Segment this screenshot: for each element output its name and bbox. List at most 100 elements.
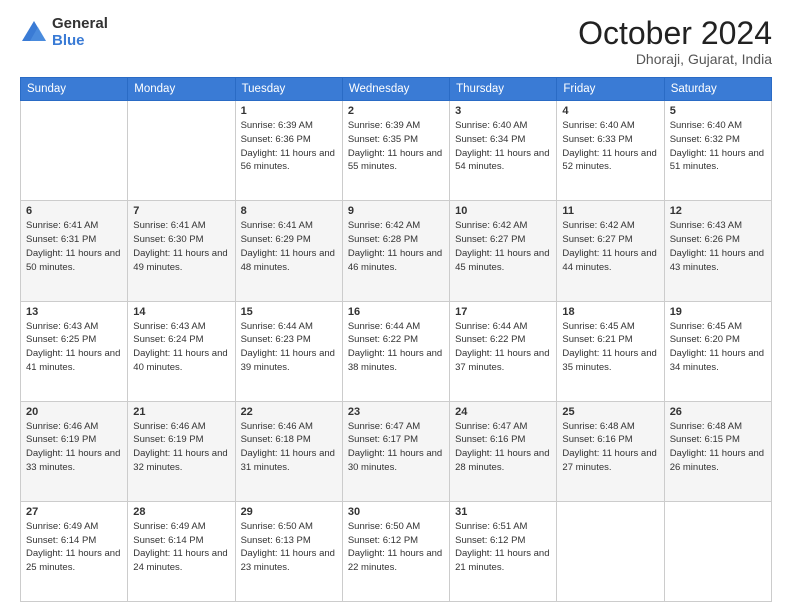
day-info: Sunrise: 6:46 AM Sunset: 6:18 PM Dayligh… [241,420,337,475]
day-number: 31 [455,506,551,518]
day-number: 7 [133,205,229,217]
calendar-day-cell: 1 Sunrise: 6:39 AM Sunset: 6:36 PM Daylig… [235,101,342,201]
month-title: October 2024 [578,16,772,51]
calendar-week-row: 20 Sunrise: 6:46 AM Sunset: 6:19 PM Dayli… [21,401,772,501]
day-info: Sunrise: 6:40 AM Sunset: 6:32 PM Dayligh… [670,119,766,174]
day-number: 10 [455,205,551,217]
day-number: 29 [241,506,337,518]
day-info: Sunrise: 6:43 AM Sunset: 6:24 PM Dayligh… [133,320,229,375]
calendar-day-cell: 19 Sunrise: 6:45 AM Sunset: 6:20 PM Dayli… [664,301,771,401]
day-info: Sunrise: 6:46 AM Sunset: 6:19 PM Dayligh… [26,420,122,475]
calendar-day-cell: 25Sunrise: 6:48 AM Sunset: 6:16 PM Dayli… [557,401,664,501]
calendar-day-cell [128,101,235,201]
calendar-day-cell: 14 Sunrise: 6:43 AM Sunset: 6:24 PM Dayli… [128,301,235,401]
calendar-day-cell: 3Sunrise: 6:40 AM Sunset: 6:34 PM Daylig… [450,101,557,201]
day-number: 26 [670,406,766,418]
day-number: 11 [562,205,658,217]
day-info: Sunrise: 6:41 AM Sunset: 6:29 PM Dayligh… [241,219,337,274]
logo-text: General Blue [52,16,108,49]
day-info: Sunrise: 6:44 AM Sunset: 6:22 PM Dayligh… [348,320,444,375]
calendar-day-cell: 28Sunrise: 6:49 AM Sunset: 6:14 PM Dayli… [128,501,235,601]
day-info: Sunrise: 6:51 AM Sunset: 6:12 PM Dayligh… [455,520,551,575]
day-info: Sunrise: 6:47 AM Sunset: 6:17 PM Dayligh… [348,420,444,475]
calendar-day-cell: 17 Sunrise: 6:44 AM Sunset: 6:22 PM Dayli… [450,301,557,401]
day-info: Sunrise: 6:43 AM Sunset: 6:25 PM Dayligh… [26,320,122,375]
weekday-header-cell: Wednesday [342,78,449,101]
day-number: 16 [348,306,444,318]
calendar-day-cell: 23 Sunrise: 6:47 AM Sunset: 6:17 PM Dayli… [342,401,449,501]
logo-icon [20,19,48,47]
calendar-table: SundayMondayTuesdayWednesdayThursdayFrid… [20,77,772,602]
calendar-day-cell: 15 Sunrise: 6:44 AM Sunset: 6:23 PM Dayli… [235,301,342,401]
day-number: 2 [348,105,444,117]
header: General Blue October 2024 Dhoraji, Gujar… [20,16,772,67]
day-number: 24 [455,406,551,418]
calendar-week-row: 6Sunrise: 6:41 AM Sunset: 6:31 PM Daylig… [21,201,772,301]
weekday-header-cell: Monday [128,78,235,101]
title-block: October 2024 Dhoraji, Gujarat, India [578,16,772,67]
day-info: Sunrise: 6:50 AM Sunset: 6:12 PM Dayligh… [348,520,444,575]
day-number: 27 [26,506,122,518]
day-number: 18 [562,306,658,318]
calendar-day-cell: 9Sunrise: 6:42 AM Sunset: 6:28 PM Daylig… [342,201,449,301]
calendar-day-cell: 21 Sunrise: 6:46 AM Sunset: 6:19 PM Dayli… [128,401,235,501]
day-number: 12 [670,205,766,217]
day-info: Sunrise: 6:42 AM Sunset: 6:27 PM Dayligh… [455,219,551,274]
day-number: 19 [670,306,766,318]
day-info: Sunrise: 6:41 AM Sunset: 6:30 PM Dayligh… [133,219,229,274]
day-info: Sunrise: 6:48 AM Sunset: 6:15 PM Dayligh… [670,420,766,475]
day-info: Sunrise: 6:39 AM Sunset: 6:36 PM Dayligh… [241,119,337,174]
calendar-day-cell: 31 Sunrise: 6:51 AM Sunset: 6:12 PM Dayli… [450,501,557,601]
day-info: Sunrise: 6:39 AM Sunset: 6:35 PM Dayligh… [348,119,444,174]
logo-general: General [52,16,108,33]
calendar-day-cell [557,501,664,601]
day-number: 8 [241,205,337,217]
weekday-header-cell: Sunday [21,78,128,101]
day-info: Sunrise: 6:45 AM Sunset: 6:21 PM Dayligh… [562,320,658,375]
calendar-week-row: 1 Sunrise: 6:39 AM Sunset: 6:36 PM Daylig… [21,101,772,201]
calendar-week-row: 27 Sunrise: 6:49 AM Sunset: 6:14 PM Dayli… [21,501,772,601]
day-number: 14 [133,306,229,318]
calendar-day-cell: 22 Sunrise: 6:46 AM Sunset: 6:18 PM Dayli… [235,401,342,501]
day-info: Sunrise: 6:44 AM Sunset: 6:22 PM Dayligh… [455,320,551,375]
day-info: Sunrise: 6:45 AM Sunset: 6:20 PM Dayligh… [670,320,766,375]
calendar-day-cell: 29 Sunrise: 6:50 AM Sunset: 6:13 PM Dayli… [235,501,342,601]
day-number: 23 [348,406,444,418]
calendar-day-cell: 8 Sunrise: 6:41 AM Sunset: 6:29 PM Daylig… [235,201,342,301]
day-info: Sunrise: 6:43 AM Sunset: 6:26 PM Dayligh… [670,219,766,274]
day-number: 17 [455,306,551,318]
day-number: 1 [241,105,337,117]
day-number: 15 [241,306,337,318]
location: Dhoraji, Gujarat, India [578,51,772,67]
day-info: Sunrise: 6:42 AM Sunset: 6:27 PM Dayligh… [562,219,658,274]
day-number: 3 [455,105,551,117]
calendar-body: 1 Sunrise: 6:39 AM Sunset: 6:36 PM Daylig… [21,101,772,602]
day-info: Sunrise: 6:49 AM Sunset: 6:14 PM Dayligh… [133,520,229,575]
day-number: 4 [562,105,658,117]
calendar-day-cell: 2 Sunrise: 6:39 AM Sunset: 6:35 PM Daylig… [342,101,449,201]
calendar-day-cell: 30Sunrise: 6:50 AM Sunset: 6:12 PM Dayli… [342,501,449,601]
day-number: 25 [562,406,658,418]
calendar-day-cell: 16 Sunrise: 6:44 AM Sunset: 6:22 PM Dayli… [342,301,449,401]
day-info: Sunrise: 6:44 AM Sunset: 6:23 PM Dayligh… [241,320,337,375]
day-number: 20 [26,406,122,418]
calendar-day-cell: 13Sunrise: 6:43 AM Sunset: 6:25 PM Dayli… [21,301,128,401]
calendar-day-cell: 11 Sunrise: 6:42 AM Sunset: 6:27 PM Dayli… [557,201,664,301]
calendar-day-cell: 24 Sunrise: 6:47 AM Sunset: 6:16 PM Dayli… [450,401,557,501]
day-info: Sunrise: 6:50 AM Sunset: 6:13 PM Dayligh… [241,520,337,575]
day-number: 21 [133,406,229,418]
day-info: Sunrise: 6:47 AM Sunset: 6:16 PM Dayligh… [455,420,551,475]
calendar-day-cell [21,101,128,201]
day-number: 5 [670,105,766,117]
weekday-header-cell: Tuesday [235,78,342,101]
calendar-day-cell: 10 Sunrise: 6:42 AM Sunset: 6:27 PM Dayli… [450,201,557,301]
day-info: Sunrise: 6:46 AM Sunset: 6:19 PM Dayligh… [133,420,229,475]
day-number: 22 [241,406,337,418]
day-number: 6 [26,205,122,217]
day-info: Sunrise: 6:42 AM Sunset: 6:28 PM Dayligh… [348,219,444,274]
weekday-header: SundayMondayTuesdayWednesdayThursdayFrid… [21,78,772,101]
calendar-day-cell: 27Sunrise: 6:49 AM Sunset: 6:14 PM Dayli… [21,501,128,601]
logo-blue: Blue [52,33,108,50]
weekday-header-cell: Friday [557,78,664,101]
calendar-day-cell: 26 Sunrise: 6:48 AM Sunset: 6:15 PM Dayli… [664,401,771,501]
